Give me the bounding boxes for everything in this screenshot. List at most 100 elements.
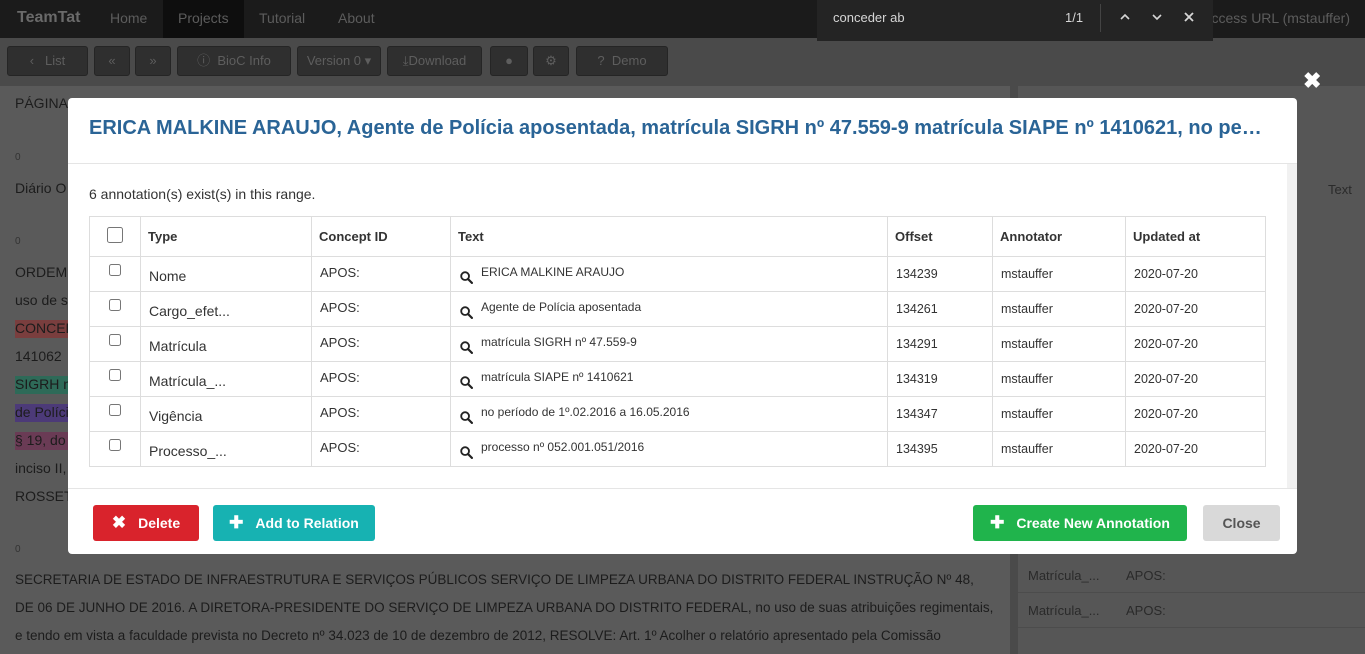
passage-count: 0 — [15, 544, 21, 555]
passage-text[interactable]: SIGRH n — [15, 376, 71, 392]
table-row[interactable]: Cargo_efet... APOS: Agente de Polícia apos… — [89, 291, 1266, 327]
row-offset: 134319 — [887, 361, 993, 397]
row-select-cell — [89, 396, 141, 432]
create-annotation-button[interactable]: ✚ Create New Annotation — [973, 505, 1187, 541]
row-checkbox[interactable] — [109, 403, 121, 416]
table-row[interactable]: Processo_... APOS: processo nº 052.001.051… — [89, 431, 1266, 467]
row-annotator: mstauffer — [992, 396, 1126, 432]
access-url-link[interactable]: ccess URL (mstauffer) — [1212, 10, 1350, 26]
row-type: Matrícula — [140, 326, 312, 362]
row-text: matrícula SIGRH nº 47.559-9 — [481, 334, 637, 349]
nav-about[interactable]: About — [323, 0, 390, 38]
row-text: no período de 1º.02.2016 a 16.05.2016 — [481, 404, 690, 419]
row-type: Cargo_efet... — [140, 291, 312, 327]
list-button[interactable]: ‹ List — [7, 46, 88, 76]
nav-home[interactable]: Home — [95, 0, 162, 38]
modal-title: ERICA MALKINE ARAUJO, Agente de Polícia … — [89, 117, 1269, 139]
row-checkbox[interactable] — [109, 298, 121, 311]
column-concept-id[interactable]: Concept ID — [311, 216, 451, 257]
row-select-cell — [89, 361, 141, 397]
row-offset: 134291 — [887, 326, 993, 362]
row-updated-at: 2020-07-20 — [1125, 326, 1266, 362]
user-button[interactable]: ● — [490, 46, 528, 76]
row-concept-id: APOS: — [311, 326, 451, 362]
chevron-down-icon[interactable] — [1147, 8, 1167, 28]
row-annotator: mstauffer — [992, 361, 1126, 397]
side-row-concept: APOS: — [1126, 603, 1166, 618]
row-updated-at: 2020-07-20 — [1125, 361, 1266, 397]
row-checkbox[interactable] — [109, 263, 121, 276]
row-text-cell: matrícula SIAPE nº 1410621 — [450, 361, 888, 397]
modal-header: ERICA MALKINE ARAUJO, Agente de Polícia … — [68, 98, 1297, 164]
column-annotator[interactable]: Annotator — [992, 216, 1126, 257]
user-icon: ● — [505, 53, 513, 68]
search-icon[interactable] — [460, 340, 473, 354]
column-offset[interactable]: Offset — [887, 216, 993, 257]
table-row[interactable]: Nome APOS: ERICA MALKINE ARAUJO 134239 mstau… — [89, 256, 1266, 292]
delete-button[interactable]: ✖ Delete — [93, 505, 199, 541]
passage-text[interactable]: CONCED — [15, 320, 76, 336]
side-row-type: Matrícula_... — [1028, 603, 1100, 618]
column-updated-at[interactable]: Updated at — [1125, 216, 1266, 257]
version-dropdown[interactable]: Version 0 ▾ — [297, 46, 381, 76]
find-input[interactable]: conceder ab — [833, 10, 905, 25]
modal-scrollbar[interactable] — [1287, 164, 1297, 488]
column-type[interactable]: Type — [140, 216, 312, 257]
row-offset: 134261 — [887, 291, 993, 327]
row-annotator: mstauffer — [992, 291, 1126, 327]
side-annotation-row[interactable]: Matrícula_... APOS: — [1018, 594, 1365, 628]
row-concept-id: APOS: — [311, 396, 451, 432]
table-row[interactable]: Matrícula_... APOS: matrícula SIAPE nº 141… — [89, 361, 1266, 397]
nav-projects[interactable]: Projects — [163, 0, 244, 38]
brand-logo[interactable]: TeamTat — [17, 9, 80, 27]
find-match-count: 1/1 — [1065, 10, 1084, 25]
demo-label: Demo — [611, 53, 647, 68]
annotation-modal: ERICA MALKINE ARAUJO, Agente de Polícia … — [68, 98, 1297, 554]
download-button[interactable]: ⤓Download — [387, 46, 482, 76]
passage-text: uso de su — [15, 292, 76, 308]
row-select-cell — [89, 291, 141, 327]
close-icon[interactable] — [1179, 8, 1199, 28]
side-row-type: Matrícula_... — [1028, 568, 1100, 583]
passage-count: 0 — [15, 236, 21, 247]
select-all-checkbox[interactable] — [107, 227, 123, 243]
add-to-relation-label: Add to Relation — [255, 515, 359, 531]
table-row[interactable]: Vigência APOS: no período de 1º.02.2016 a … — [89, 396, 1266, 432]
search-icon[interactable] — [460, 305, 473, 319]
search-icon[interactable] — [460, 445, 473, 459]
caret-down-icon: ▾ — [364, 53, 372, 68]
demo-button[interactable]: ? Demo — [576, 46, 668, 76]
search-icon[interactable] — [460, 410, 473, 424]
select-all-cell — [89, 216, 141, 257]
row-checkbox[interactable] — [109, 368, 121, 381]
search-icon[interactable] — [460, 375, 473, 389]
passage-count: 0 — [15, 152, 21, 163]
table-row[interactable]: Matrícula APOS: matrícula SIGRH nº 47.559-… — [89, 326, 1266, 362]
next-button[interactable]: » — [135, 46, 171, 76]
settings-button[interactable]: ⚙ — [533, 46, 569, 76]
close-button[interactable]: Close — [1203, 505, 1280, 541]
nav-tutorial[interactable]: Tutorial — [244, 0, 320, 38]
passage-text: ORDEM — [15, 264, 68, 280]
row-concept-id: APOS: — [311, 291, 451, 327]
side-row-concept: APOS: — [1126, 568, 1166, 583]
row-checkbox[interactable] — [109, 333, 121, 346]
bioc-info-button[interactable]: ⓘ BioC Info — [177, 46, 291, 76]
bioc-info-label: BioC Info — [217, 53, 271, 68]
row-type: Vigência — [140, 396, 312, 432]
modal-close-x-icon[interactable]: ✖ — [1303, 68, 1321, 94]
chevron-up-icon[interactable] — [1115, 8, 1135, 28]
row-checkbox[interactable] — [109, 438, 121, 451]
row-updated-at: 2020-07-20 — [1125, 256, 1266, 292]
row-offset: 134347 — [887, 396, 993, 432]
row-select-cell — [89, 256, 141, 292]
side-annotation-row[interactable]: Matrícula_... APOS: — [1018, 559, 1365, 593]
add-to-relation-button[interactable]: ✚ Add to Relation — [213, 505, 375, 541]
question-icon: ? — [597, 53, 605, 68]
row-concept-id: APOS: — [311, 361, 451, 397]
search-icon[interactable] — [460, 270, 473, 284]
previous-button[interactable]: « — [94, 46, 130, 76]
row-offset: 134239 — [887, 256, 993, 292]
column-text[interactable]: Text — [450, 216, 888, 257]
row-annotator: mstauffer — [992, 326, 1126, 362]
